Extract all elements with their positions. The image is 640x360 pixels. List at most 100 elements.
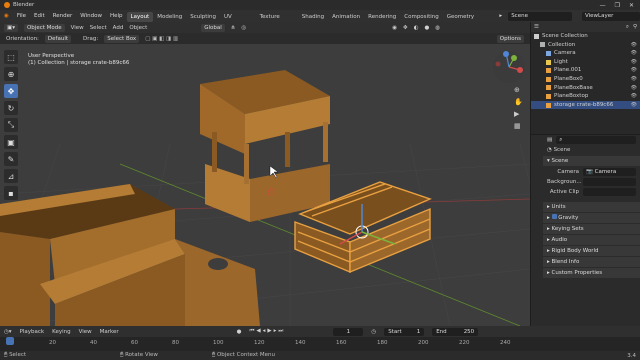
outliner-search-icon[interactable]: ⌕ (626, 24, 629, 31)
pan-hand-icon[interactable]: ✋ (514, 98, 523, 106)
scale-tool-icon[interactable]: ⤡ (4, 118, 18, 132)
minimize-button[interactable]: — (600, 2, 606, 9)
start-frame-field[interactable]: Start 1 (384, 327, 425, 336)
record-icon[interactable]: ● (237, 329, 242, 335)
wooden-crate-tall[interactable] (200, 70, 330, 222)
properties-editor-icon[interactable]: ▤ (547, 137, 552, 143)
preview-range-icon[interactable]: ◷ (371, 329, 376, 335)
outliner-filter-icon[interactable]: ⚲ (633, 24, 637, 30)
editor-type-dropdown[interactable]: ▣▾ (4, 23, 18, 32)
tab-texture-paint[interactable]: Texture Paint (256, 12, 298, 30)
menu-view[interactable]: View (71, 25, 84, 31)
visibility-eye-icon[interactable]: 👁 (631, 84, 640, 93)
panel-blend-info[interactable]: ▸ Blend Info (543, 257, 640, 267)
proportional-edit-icon[interactable]: ◎ (241, 25, 246, 31)
outliner-item[interactable]: PlaneBoxtop 👁 (531, 92, 640, 101)
properties-search-input[interactable]: ⌕ (556, 136, 636, 144)
visibility-eye-icon[interactable]: 👁 (631, 101, 640, 110)
navigation-gizmo[interactable] (492, 50, 526, 86)
panel-keying-sets[interactable]: ▸ Keying Sets (543, 224, 640, 234)
visibility-eye-icon[interactable]: 👁 (631, 75, 640, 84)
outliner-item[interactable]: Light 👁 (531, 58, 640, 67)
visibility-eye-icon[interactable]: 👁 (631, 92, 640, 101)
annotate-tool-icon[interactable]: ✎ (4, 152, 18, 166)
menu-playback[interactable]: Playback (20, 329, 45, 335)
tab-geometry-nodes[interactable]: Geometry Nodes (443, 12, 496, 30)
move-tool-icon[interactable]: ✥ (4, 84, 18, 98)
shading-solid-icon[interactable]: ● (424, 25, 429, 31)
overlay-icon[interactable]: ◐ (414, 25, 419, 31)
menu-timeline-view[interactable]: View (79, 329, 92, 335)
menu-file[interactable]: File (13, 10, 30, 22)
active-clip-field[interactable] (583, 188, 636, 196)
panel-custom-properties[interactable]: ▸ Custom Properties (543, 268, 640, 278)
menu-add[interactable]: Add (113, 25, 124, 31)
tab-animation[interactable]: Animation (328, 12, 364, 22)
snap-icon[interactable]: ⋔ (231, 25, 236, 31)
outliner-item[interactable]: PlaneBox0 👁 (531, 75, 640, 84)
gravity-checkbox[interactable] (551, 214, 557, 219)
add-cube-tool-icon[interactable]: ▪ (4, 186, 18, 200)
visibility-eye-icon[interactable]: 👁 (631, 58, 640, 67)
perspective-toggle-icon[interactable]: ▦ (514, 122, 523, 130)
tab-rendering[interactable]: Rendering (364, 12, 400, 22)
camera-view-icon[interactable]: ▶ (514, 110, 523, 118)
tweak-tool-icon[interactable]: ⬚ (4, 50, 18, 64)
orientation-dropdown[interactable]: Default (44, 34, 72, 43)
outliner-item[interactable]: Camera 👁 (531, 49, 640, 58)
tab-uv-editing[interactable]: UV Editing (220, 12, 256, 30)
tab-shading[interactable]: Shading (298, 12, 328, 22)
panel-units[interactable]: ▸ Units (543, 202, 640, 212)
outliner-item[interactable]: Collection 👁 (531, 41, 640, 50)
zoom-icon[interactable]: ⊕ (514, 86, 523, 94)
tab-layout[interactable]: Layout (126, 11, 154, 22)
transform-tool-icon[interactable]: ▣ (4, 135, 18, 149)
visibility-eye-icon[interactable]: 👁 (631, 66, 640, 75)
transform-orientation-dropdown[interactable]: Global (201, 23, 225, 32)
menu-object[interactable]: Object (129, 25, 147, 31)
blender-menu-icon[interactable]: ◉ (0, 10, 13, 22)
panel-audio[interactable]: ▸ Audio (543, 235, 640, 245)
camera-field[interactable]: 📷 Camera (583, 168, 636, 176)
scene-selector[interactable]: Scene (508, 11, 572, 21)
outliner-item-scene-collection[interactable]: Scene Collection (531, 32, 640, 41)
options-dropdown[interactable]: Options (496, 34, 524, 43)
panel-rigid-body-world[interactable]: ▸ Rigid Body World (543, 246, 640, 256)
outliner-item[interactable]: PlaneBoxBase 👁 (531, 84, 640, 93)
outliner-item[interactable]: storage crate-b89c66 👁 (531, 100, 640, 110)
select-mode-icons[interactable]: ▢ ▣ ◧ ◨ ▥ (145, 36, 178, 42)
shading-material-icon[interactable]: ◍ (435, 25, 440, 31)
playhead[interactable] (6, 337, 14, 345)
menu-edit[interactable]: Edit (30, 10, 49, 22)
gizmo-icon[interactable]: ✥ (403, 25, 408, 31)
timeline-editor-icon[interactable]: ◷▾ (4, 329, 12, 335)
outliner-editor-icon[interactable]: ☰ (534, 24, 539, 30)
visibility-eye-icon[interactable]: 👁 (631, 41, 640, 50)
tab-sculpting[interactable]: Sculpting (186, 12, 220, 22)
background-field[interactable] (583, 178, 636, 186)
menu-help[interactable]: Help (106, 10, 127, 22)
drag-dropdown[interactable]: Select Box (104, 34, 140, 43)
menu-render[interactable]: Render (49, 10, 77, 22)
workspace-scroll-icon[interactable]: ▸ (495, 10, 506, 22)
tab-modeling[interactable]: Modeling (153, 12, 186, 22)
current-frame-field[interactable]: 1 (333, 327, 364, 336)
maximize-button[interactable]: ❐ (615, 2, 620, 9)
menu-window[interactable]: Window (76, 10, 106, 22)
menu-marker[interactable]: Marker (100, 329, 119, 335)
view-layer-selector[interactable]: ViewLayer (581, 11, 640, 21)
rotate-tool-icon[interactable]: ↻ (4, 101, 18, 115)
visibility-icon[interactable]: ◉ (392, 25, 397, 31)
3d-viewport[interactable] (0, 44, 530, 326)
tab-compositing[interactable]: Compositing (400, 12, 442, 22)
timeline-ruler[interactable]: 120406080100120140160180200220240 (0, 337, 640, 351)
measure-tool-icon[interactable]: ⊿ (4, 169, 18, 183)
panel-scene[interactable]: ▾ Scene (543, 156, 640, 166)
end-frame-field[interactable]: End 250 (432, 327, 479, 336)
visibility-eye-icon[interactable]: 👁 (631, 49, 640, 58)
cursor-tool-icon[interactable]: ⊕ (4, 67, 18, 81)
panel-gravity[interactable]: ▸ Gravity (543, 213, 640, 223)
menu-keying[interactable]: Keying (52, 329, 70, 335)
object-mode-dropdown[interactable]: Object Mode (23, 23, 65, 32)
outliner-item[interactable]: Plane.001 👁 (531, 66, 640, 75)
